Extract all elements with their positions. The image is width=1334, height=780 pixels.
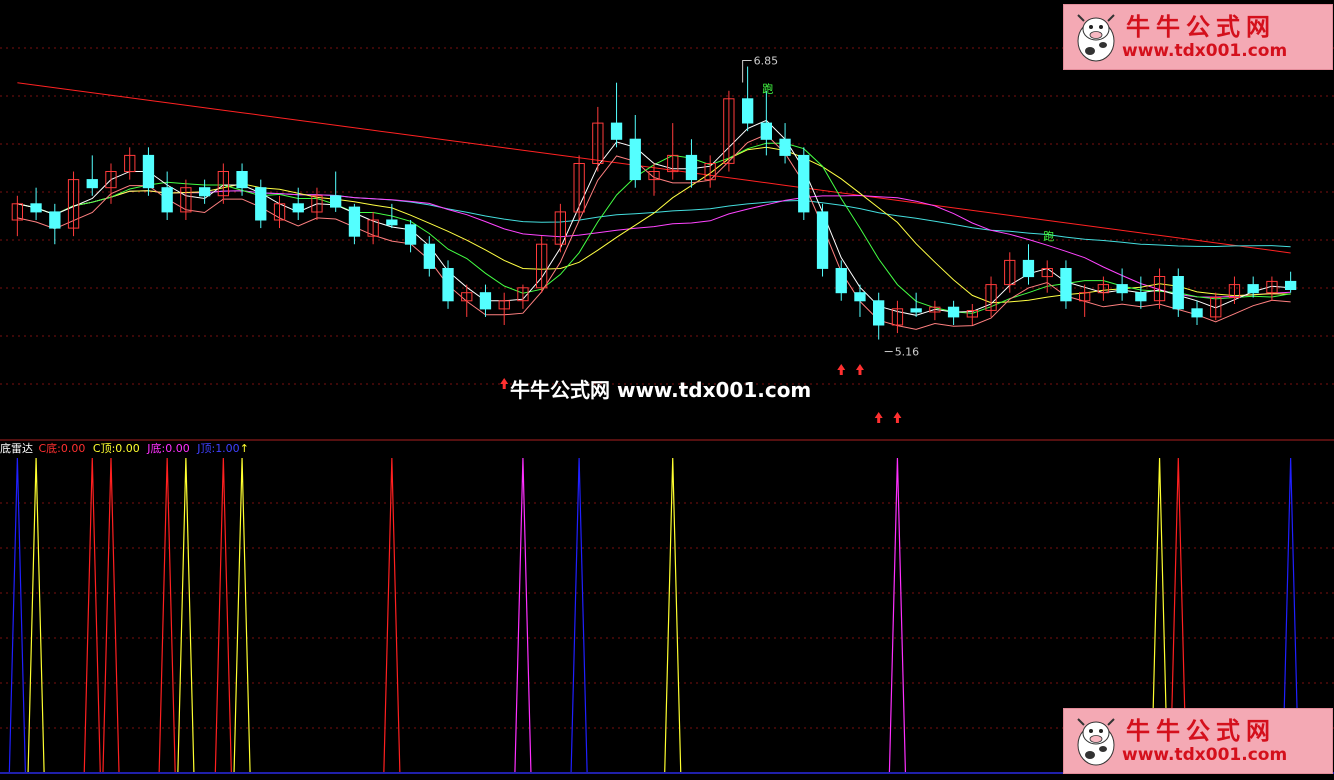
- indicator-spike: [233, 457, 251, 773]
- buy-arrow-icon: [500, 378, 509, 389]
- candle-body: [423, 243, 436, 269]
- candle-body: [610, 122, 623, 140]
- c-top-value: 0.00: [115, 442, 140, 455]
- c-bottom-value: 0.00: [60, 442, 86, 455]
- candle-body: [854, 292, 866, 302]
- candle-body: [442, 268, 454, 302]
- candle-body: [386, 219, 398, 226]
- indicator-spike: [514, 457, 532, 773]
- watermark-url: www.tdx001.com: [1122, 41, 1288, 61]
- candle-body: [1247, 284, 1259, 294]
- watermark-title: 牛牛公式网: [1126, 716, 1276, 745]
- indicator-spike: [888, 457, 907, 773]
- candle-body: [292, 203, 304, 213]
- candle-body: [835, 268, 847, 294]
- cow-mascot-icon: [1077, 718, 1115, 766]
- candle-body: [348, 206, 361, 237]
- indicator-name: 底雷达: [0, 442, 33, 455]
- low-price-label: 5.16: [895, 346, 920, 359]
- j-bottom-label: J底:: [147, 442, 166, 455]
- candle-body: [1116, 284, 1128, 294]
- candle-body: [1135, 292, 1147, 302]
- candle-body: [798, 154, 810, 213]
- candle-body: [910, 308, 922, 313]
- candle-body: [1172, 276, 1184, 310]
- indicator-spike: [177, 457, 195, 773]
- buy-arrow-icon: [855, 364, 864, 375]
- high-price-label: 6.85: [754, 55, 779, 68]
- candle-body: [479, 292, 492, 310]
- buy-arrow-icon: [893, 412, 902, 423]
- candle-body: [330, 195, 342, 208]
- watermark-url: www.tdx001.com: [1122, 745, 1288, 765]
- ma5-line: [17, 119, 1291, 316]
- indicator-spike: [8, 457, 26, 773]
- candle-body: [1285, 280, 1297, 290]
- candle-body: [873, 300, 885, 326]
- candle-body: [1191, 308, 1203, 318]
- indicator-spike: [664, 457, 682, 773]
- top-watermark-box: 牛牛公式网 www.tdx001.com: [1063, 4, 1333, 70]
- indicator-spike: [83, 457, 101, 773]
- candle-body: [199, 187, 211, 197]
- candle-body: [685, 154, 698, 181]
- candle-body: [1022, 259, 1035, 278]
- candle-body: [255, 187, 267, 221]
- candle-body: [236, 171, 248, 189]
- buy-arrow-icon: [874, 412, 883, 423]
- candle-body: [760, 122, 773, 140]
- candle-body: [142, 154, 155, 189]
- indicator-spike: [158, 457, 176, 773]
- indicator-spike: [102, 457, 120, 773]
- center-watermark: 牛牛公式网 www.tdx001.com: [510, 378, 812, 402]
- candle-body: [742, 98, 754, 124]
- ma60-line: [17, 190, 1291, 248]
- candle-body: [816, 211, 829, 269]
- buy-arrow-icon: [837, 364, 846, 375]
- indicator-spike: [570, 457, 588, 773]
- candle-body: [86, 179, 98, 189]
- ma20-line: [17, 190, 1291, 298]
- candle-body: [629, 138, 641, 181]
- indicator-spike: [27, 457, 45, 773]
- indicator-spike: [214, 457, 232, 773]
- candle-body: [1060, 268, 1072, 302]
- watermark-title: 牛牛公式网: [1126, 12, 1276, 41]
- j-bottom-value: 0.00: [165, 442, 190, 455]
- bottom-watermark-box: 牛牛公式网 www.tdx001.com: [1063, 708, 1333, 774]
- j-top-label: J顶:: [197, 442, 216, 455]
- arrow-up-icon: ↑: [239, 442, 249, 455]
- j-top-value: 1.00: [215, 442, 240, 455]
- candle-body: [779, 138, 791, 156]
- candle-body: [947, 306, 960, 318]
- c-top-label: C顶:: [92, 442, 116, 455]
- run-signal-label: 跑: [1043, 229, 1054, 243]
- candle-body: [49, 211, 61, 229]
- candle-body: [30, 203, 42, 213]
- c-bottom-label: C底:: [38, 442, 61, 455]
- indicator-legend: 底雷达 C底:0.00 C顶:0.00 J底:0.00 J顶:1.00↑: [0, 441, 249, 457]
- cow-mascot-icon: [1077, 14, 1115, 62]
- candle-body: [404, 224, 417, 245]
- candle-body: [161, 187, 173, 213]
- indicator-spike: [383, 457, 401, 773]
- run-signal-label: 跑: [762, 82, 773, 96]
